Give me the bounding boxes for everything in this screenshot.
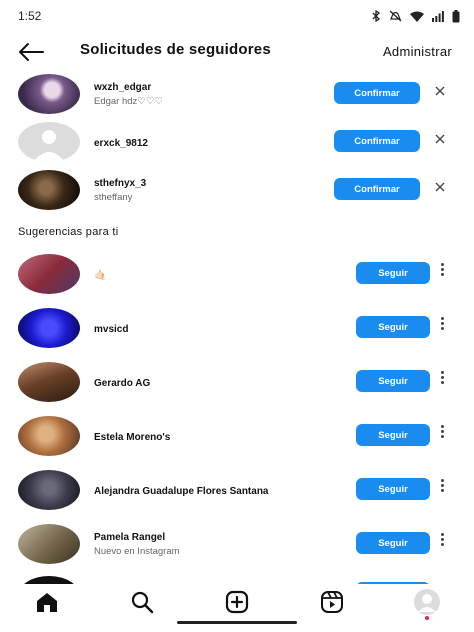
suggestion-row: mvsicd Seguir — [0, 304, 474, 354]
more-options-icon[interactable] — [438, 369, 446, 393]
wifi-icon — [410, 11, 424, 22]
nav-profile[interactable] — [412, 587, 442, 620]
more-options-icon[interactable] — [438, 423, 446, 447]
avatar[interactable] — [18, 362, 80, 402]
partial-row — [0, 576, 474, 584]
section-title: Sugerencias para ti — [18, 226, 119, 238]
avatar — [18, 576, 80, 584]
request-username[interactable]: wxzh_edgar — [94, 82, 151, 93]
confirm-button[interactable]: Confirmar — [334, 82, 420, 104]
more-options-icon[interactable] — [438, 477, 446, 501]
confirm-button[interactable]: Confirmar — [334, 178, 420, 200]
suggestion-username[interactable]: mvsicd — [94, 324, 128, 335]
avatar[interactable] — [18, 74, 80, 114]
signal-icon — [432, 10, 444, 22]
avatar[interactable] — [18, 308, 80, 348]
follow-button[interactable]: Seguir — [356, 316, 430, 338]
nav-home[interactable] — [32, 587, 62, 617]
request-name: stheffany — [94, 192, 133, 203]
default-avatar-icon — [33, 130, 65, 162]
mute-icon — [389, 10, 402, 22]
suggestion-username[interactable]: Alejandra Guadalupe Flores Santana — [94, 486, 269, 497]
follow-button[interactable]: Seguir — [356, 424, 430, 446]
suggestion-username[interactable]: Pamela Rangel — [94, 532, 165, 543]
gesture-bar[interactable] — [177, 621, 297, 624]
follow-button[interactable]: Seguir — [356, 370, 430, 392]
suggestion-username[interactable]: Estela Moreno's — [94, 432, 170, 443]
follow-button[interactable]: Seguir — [356, 262, 430, 284]
status-icons — [371, 9, 460, 23]
header: Solicitudes de seguidores Administrar — [0, 32, 474, 72]
dismiss-icon[interactable] — [432, 179, 448, 195]
page-title: Solicitudes de seguidores — [80, 41, 271, 58]
suggestion-subtitle: Nuevo en Instagram — [94, 546, 180, 557]
suggestion-row: Estela Moreno's Seguir — [0, 412, 474, 462]
request-username[interactable]: sthefnyx_3 — [94, 178, 146, 189]
dismiss-icon[interactable] — [432, 131, 448, 147]
avatar[interactable] — [18, 524, 80, 564]
back-arrow-icon[interactable] — [18, 42, 44, 62]
request-row: sthefnyx_3 stheffany Confirmar — [0, 166, 474, 216]
status-time: 1:52 — [18, 9, 42, 23]
suggestion-username[interactable]: Gerardo AG — [94, 378, 150, 389]
more-options-icon[interactable] — [438, 531, 446, 555]
battery-icon — [452, 9, 460, 22]
home-icon — [37, 593, 58, 612]
suggestion-row: Alejandra Guadalupe Flores Santana Segui… — [0, 466, 474, 516]
follow-button[interactable]: Seguir — [356, 478, 430, 500]
request-name: Edgar hdz♡♡♡ — [94, 96, 163, 107]
request-row: erxck_9812 Confirmar — [0, 118, 474, 168]
suggestion-row: Pamela Rangel Nuevo en Instagram Seguir — [0, 520, 474, 570]
request-row: wxzh_edgar Edgar hdz♡♡♡ Confirmar — [0, 70, 474, 120]
add-post-icon — [225, 590, 249, 614]
nav-reels[interactable] — [317, 587, 347, 617]
bluetooth-icon — [372, 10, 381, 22]
reels-icon — [320, 591, 343, 613]
request-username[interactable]: erxck_9812 — [94, 138, 148, 149]
suggestion-row: 🤙🏻 Seguir — [0, 250, 474, 300]
dismiss-icon[interactable] — [432, 83, 448, 99]
confirm-button[interactable]: Confirmar — [334, 130, 420, 152]
avatar[interactable] — [18, 170, 80, 210]
avatar[interactable] — [18, 416, 80, 456]
bottom-nav — [0, 584, 474, 620]
avatar[interactable] — [18, 470, 80, 510]
more-options-icon[interactable] — [438, 261, 446, 285]
suggestion-row: Gerardo AG Seguir — [0, 358, 474, 408]
nav-create[interactable] — [222, 587, 252, 617]
avatar[interactable] — [18, 122, 80, 162]
follow-button[interactable]: Seguir — [356, 532, 430, 554]
status-bar: 1:52 — [0, 0, 474, 32]
profile-avatar — [413, 589, 440, 615]
nav-search[interactable] — [127, 587, 157, 617]
notification-dot — [424, 616, 429, 620]
manage-link[interactable]: Administrar — [383, 44, 452, 59]
search-icon — [132, 591, 154, 614]
suggestion-username[interactable]: 🤙🏻 — [94, 270, 106, 281]
avatar[interactable] — [18, 254, 80, 294]
more-options-icon[interactable] — [438, 315, 446, 339]
